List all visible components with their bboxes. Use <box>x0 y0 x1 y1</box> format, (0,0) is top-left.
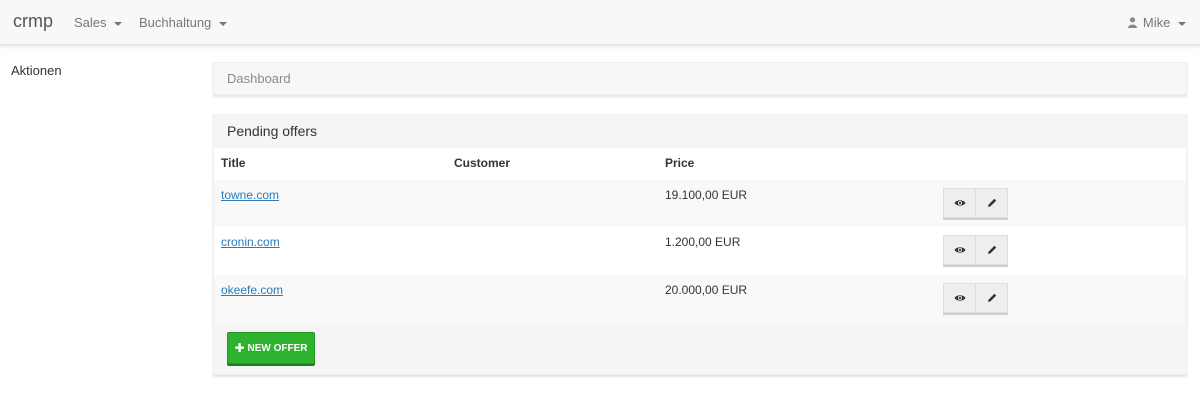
new-offer-button[interactable]: ✚ NEW OFFER <box>227 332 315 364</box>
caret-down-icon <box>114 21 123 26</box>
pencil-icon <box>987 198 996 207</box>
table-row: okeefe.com 20.000,00 EUR <box>214 275 1186 323</box>
plus-icon: ✚ <box>234 341 245 355</box>
top-navbar: crmp Sales Buchhaltung Mike <box>0 0 1200 45</box>
nav-dropdown-buchhaltung[interactable]: Buchhaltung <box>139 15 227 30</box>
brand-link[interactable]: crmp <box>13 11 53 32</box>
nav-sales-label: Sales <box>74 15 107 30</box>
edit-button[interactable] <box>975 235 1008 265</box>
offer-title-link[interactable]: cronin.com <box>221 235 280 249</box>
eye-icon <box>954 295 965 301</box>
column-header-customer: Customer <box>454 156 511 170</box>
panel-heading: Pending offers <box>214 115 1186 148</box>
panel-footer: ✚ NEW OFFER <box>214 323 1186 374</box>
breadcrumb-current: Dashboard <box>227 71 291 86</box>
row-actions <box>943 235 1008 265</box>
eye-icon <box>954 200 965 206</box>
breadcrumb: Dashboard <box>213 62 1187 95</box>
caret-down-icon <box>1178 21 1186 26</box>
pencil-icon <box>987 245 996 254</box>
offer-price: 20.000,00 EUR <box>665 283 748 297</box>
table-row: cronin.com 1.200,00 EUR <box>214 227 1186 275</box>
user-name-label: Mike <box>1142 15 1171 30</box>
pencil-icon <box>987 293 996 302</box>
view-button[interactable] <box>943 283 976 313</box>
caret-down-icon <box>218 21 227 26</box>
offer-title-link[interactable]: towne.com <box>221 188 279 202</box>
panel-title: Pending offers <box>227 123 318 139</box>
column-header-title: Title <box>221 156 246 170</box>
nav-buchhaltung-label: Buchhaltung <box>139 15 212 30</box>
pending-offers-panel: Pending offers Title Customer Price town… <box>213 114 1187 375</box>
edit-button[interactable] <box>975 188 1008 218</box>
user-menu-dropdown[interactable]: Mike <box>1128 15 1186 30</box>
sidebar-title: Aktionen <box>11 63 62 78</box>
view-button[interactable] <box>943 188 976 218</box>
row-actions <box>943 188 1008 218</box>
column-header-price: Price <box>665 156 695 170</box>
table-header-row: Title Customer Price <box>214 148 1186 180</box>
edit-button[interactable] <box>975 283 1008 313</box>
eye-icon <box>954 247 965 253</box>
view-button[interactable] <box>943 235 976 265</box>
new-offer-label: NEW OFFER <box>247 342 308 354</box>
offer-price: 1.200,00 EUR <box>665 235 741 249</box>
row-actions <box>943 283 1008 313</box>
user-icon <box>1128 17 1138 28</box>
offer-price: 19.100,00 EUR <box>665 188 748 202</box>
nav-dropdown-sales[interactable]: Sales <box>74 15 123 30</box>
table-row: towne.com 19.100,00 EUR <box>214 180 1186 228</box>
offer-title-link[interactable]: okeefe.com <box>221 283 283 297</box>
